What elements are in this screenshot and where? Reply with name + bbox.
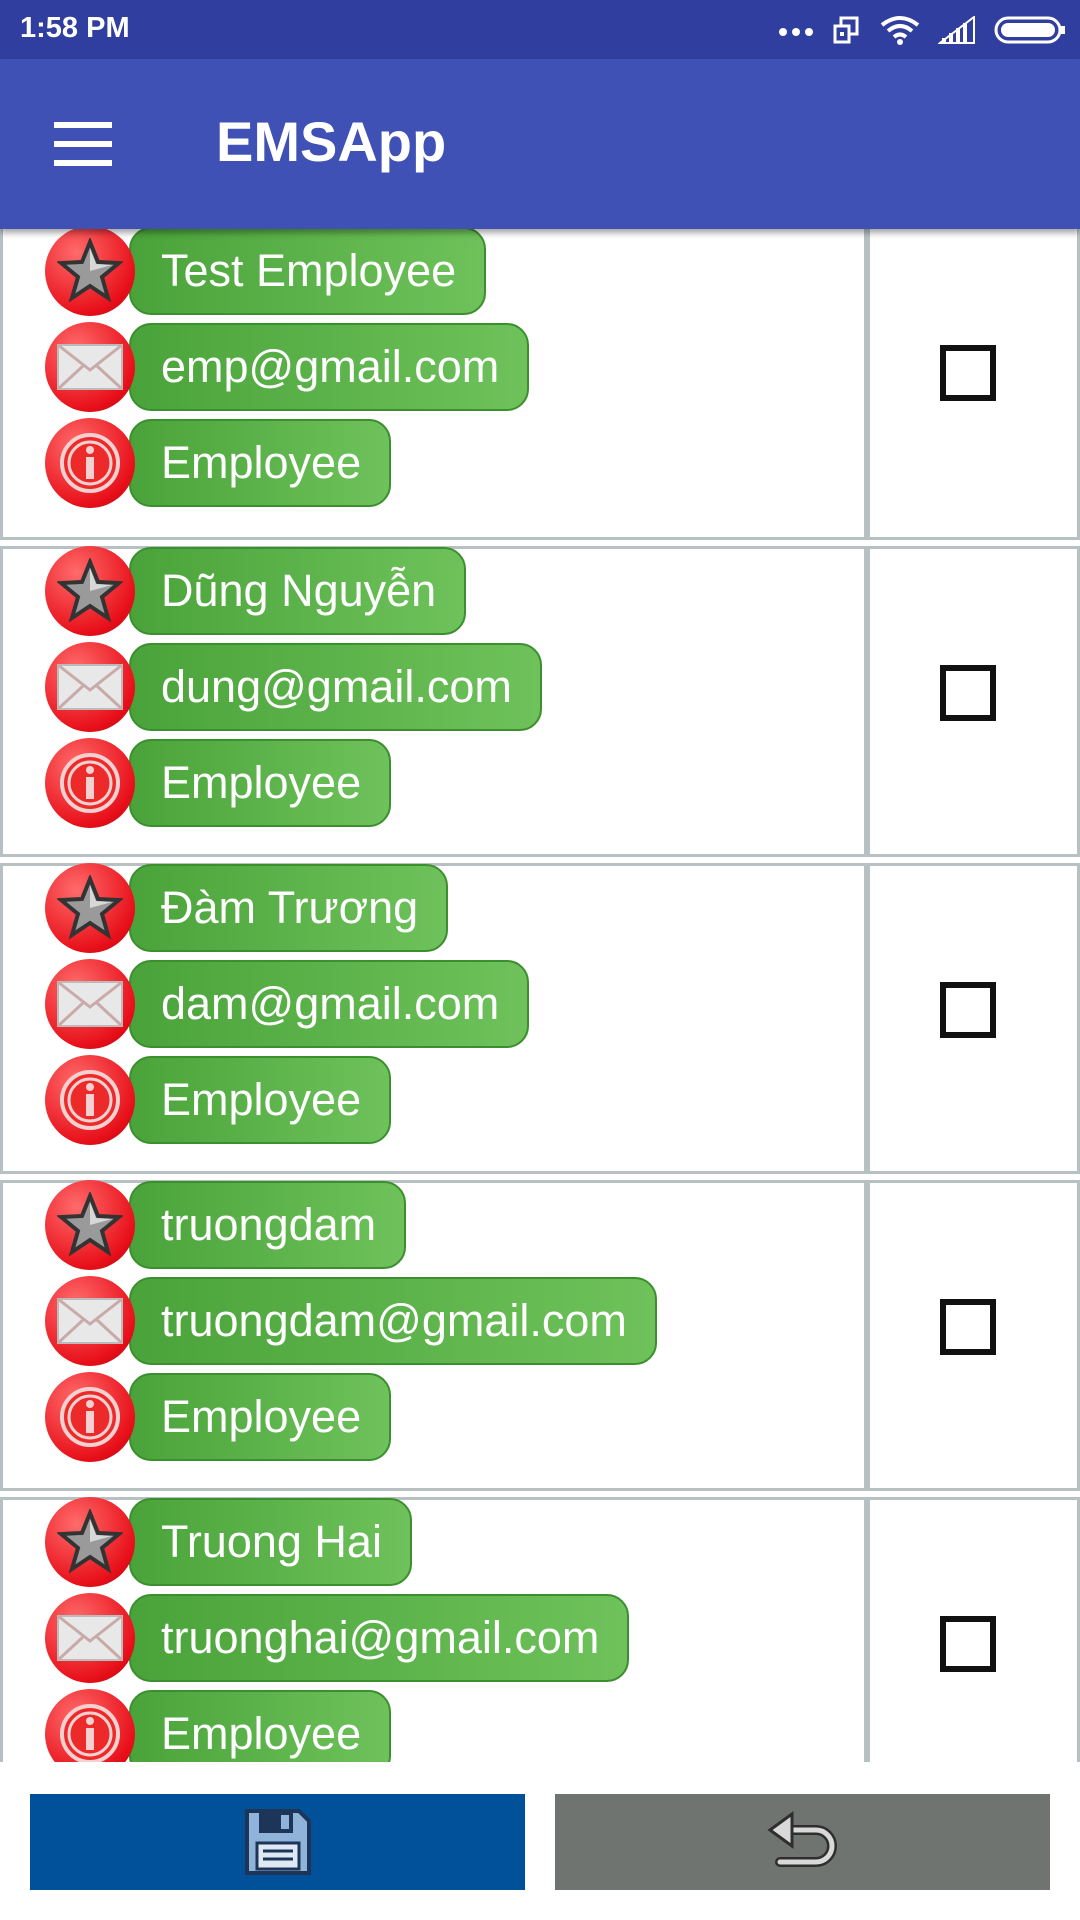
info-icon bbox=[45, 418, 135, 508]
info-icon bbox=[45, 738, 135, 828]
bottom-action-bar bbox=[0, 1762, 1080, 1920]
employee-row: truongdam truongdam@gmail.com Employee bbox=[0, 1180, 1080, 1491]
info-icon bbox=[45, 1372, 135, 1462]
email-field: dam@gmail.com bbox=[45, 956, 530, 1052]
role-field: Employee bbox=[45, 1686, 392, 1762]
select-cell bbox=[864, 229, 1080, 540]
employee-role: Employee bbox=[129, 1373, 392, 1461]
employee-name: Test Employee bbox=[129, 229, 487, 315]
select-checkbox[interactable] bbox=[940, 665, 996, 721]
hamburger-menu-icon[interactable] bbox=[40, 114, 120, 180]
select-cell bbox=[864, 546, 1080, 857]
select-cell bbox=[864, 863, 1080, 1174]
employee-row: Dũng Nguyễn dung@gmail.com Employee bbox=[0, 546, 1080, 857]
info-icon bbox=[45, 1055, 135, 1145]
name-field: Test Employee bbox=[45, 229, 487, 319]
star-icon bbox=[45, 229, 135, 316]
status-time: 1:58 PM bbox=[20, 12, 130, 44]
battery-icon bbox=[994, 16, 1065, 44]
employee-info: Dũng Nguyễn dung@gmail.com Employee bbox=[0, 546, 864, 857]
more-dots-icon bbox=[779, 28, 813, 36]
floppy-disk-icon bbox=[244, 1809, 311, 1875]
undo-button[interactable] bbox=[555, 1794, 1050, 1890]
envelope-icon bbox=[45, 642, 135, 732]
info-icon bbox=[45, 1689, 135, 1762]
status-bar: 1:58 PM bbox=[0, 0, 1080, 59]
employee-list[interactable]: Test Employee emp@gmail.com Employee Dũn… bbox=[0, 229, 1080, 1762]
employee-info: Test Employee emp@gmail.com Employee bbox=[0, 229, 864, 540]
name-field: Truong Hai bbox=[45, 1494, 412, 1590]
employee-info: truongdam truongdam@gmail.com Employee bbox=[0, 1180, 864, 1491]
employee-name: truongdam bbox=[129, 1181, 407, 1269]
status-icons bbox=[778, 12, 1066, 48]
employee-email: dung@gmail.com bbox=[129, 643, 542, 731]
role-field: Employee bbox=[45, 1052, 392, 1148]
employee-email: truonghai@gmail.com bbox=[129, 1594, 630, 1682]
star-icon bbox=[45, 1497, 135, 1587]
role-field: Employee bbox=[45, 415, 392, 511]
email-field: emp@gmail.com bbox=[45, 319, 530, 415]
name-field: Đàm Trương bbox=[45, 860, 449, 956]
employee-name: Đàm Trương bbox=[129, 864, 449, 952]
signal-icon bbox=[938, 16, 975, 44]
envelope-icon bbox=[45, 959, 135, 1049]
employee-role: Employee bbox=[129, 419, 392, 507]
app-title: EMSApp bbox=[216, 110, 447, 173]
undo-arrow-icon bbox=[766, 1811, 837, 1867]
select-cell bbox=[864, 1180, 1080, 1491]
email-field: truongdam@gmail.com bbox=[45, 1273, 657, 1369]
employee-role: Employee bbox=[129, 1056, 392, 1144]
email-field: truonghai@gmail.com bbox=[45, 1590, 630, 1686]
employee-email: truongdam@gmail.com bbox=[129, 1277, 657, 1365]
app-bar: EMSApp bbox=[0, 59, 1080, 229]
select-checkbox[interactable] bbox=[940, 982, 996, 1038]
star-icon bbox=[45, 863, 135, 953]
employee-row: Truong Hai truonghai@gmail.com Employee bbox=[0, 1497, 1080, 1762]
select-checkbox[interactable] bbox=[940, 1616, 996, 1672]
screen-rotate-icon bbox=[833, 16, 859, 44]
wifi-icon bbox=[880, 16, 920, 45]
email-field: dung@gmail.com bbox=[45, 639, 542, 735]
employee-role: Employee bbox=[129, 1690, 392, 1762]
employee-row: Test Employee emp@gmail.com Employee bbox=[0, 229, 1080, 540]
select-checkbox[interactable] bbox=[940, 345, 996, 401]
employee-email: emp@gmail.com bbox=[129, 323, 530, 411]
envelope-icon bbox=[45, 1276, 135, 1366]
employee-email: dam@gmail.com bbox=[129, 960, 530, 1048]
save-button[interactable] bbox=[30, 1794, 525, 1890]
employee-info: Truong Hai truonghai@gmail.com Employee bbox=[0, 1497, 864, 1762]
name-field: truongdam bbox=[45, 1177, 407, 1273]
select-cell bbox=[864, 1497, 1080, 1762]
envelope-icon bbox=[45, 322, 135, 412]
name-field: Dũng Nguyễn bbox=[45, 543, 467, 639]
envelope-icon bbox=[45, 1593, 135, 1683]
star-icon bbox=[45, 546, 135, 636]
employee-info: Đàm Trương dam@gmail.com Employee bbox=[0, 863, 864, 1174]
employee-name: Truong Hai bbox=[129, 1498, 412, 1586]
star-icon bbox=[45, 1180, 135, 1270]
select-checkbox[interactable] bbox=[940, 1299, 996, 1355]
employee-role: Employee bbox=[129, 739, 392, 827]
employee-row: Đàm Trương dam@gmail.com Employee bbox=[0, 863, 1080, 1174]
role-field: Employee bbox=[45, 735, 392, 831]
employee-name: Dũng Nguyễn bbox=[129, 547, 467, 635]
role-field: Employee bbox=[45, 1369, 392, 1465]
